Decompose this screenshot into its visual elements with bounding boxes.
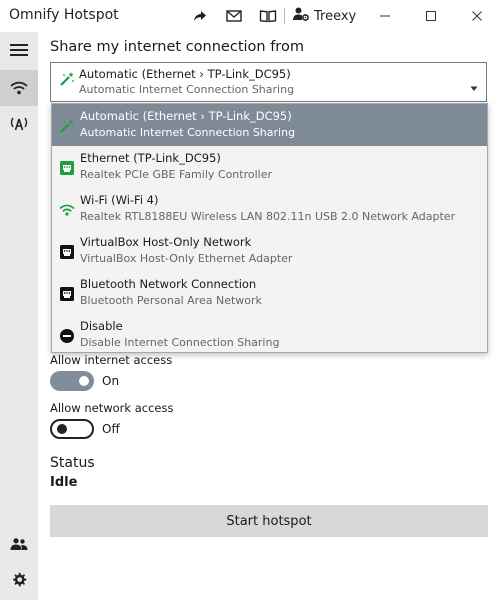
minimize-button[interactable] xyxy=(362,0,408,32)
book-icon[interactable] xyxy=(256,4,280,28)
allow-internet-toggle[interactable] xyxy=(50,371,94,391)
network-adapter-icon xyxy=(59,244,75,260)
connection-source-combobox[interactable]: Automatic (Ethernet › TP-Link_DC95) Auto… xyxy=(50,62,487,102)
sidebar-item-settings[interactable] xyxy=(0,562,38,598)
dropdown-item-subtitle: Disable Internet Connection Sharing xyxy=(80,336,280,349)
wifi-icon xyxy=(59,202,75,218)
dropdown-item-subtitle: Realtek RTL8188EU Wireless LAN 802.11n U… xyxy=(80,210,456,223)
toggle-knob xyxy=(57,424,67,434)
sidebar-item-hotspot[interactable] xyxy=(0,70,38,106)
dropdown-item-subtitle: Automatic Internet Connection Sharing xyxy=(80,126,296,139)
status-title: Status xyxy=(50,455,95,471)
dropdown-item-ethernet[interactable]: Ethernet (TP-Link_DC95) Realtek PCIe GBE… xyxy=(52,146,487,188)
dropdown-item-title: Bluetooth Network Connection xyxy=(80,277,257,291)
dropdown-item-title: Disable xyxy=(80,319,123,333)
chevron-down-icon xyxy=(470,77,478,96)
dropdown-item-subtitle: VirtualBox Host-Only Ethernet Adapter xyxy=(80,252,293,265)
hamburger-menu-button[interactable] xyxy=(0,32,38,68)
dropdown-item-virtualbox[interactable]: VirtualBox Host-Only Network VirtualBox … xyxy=(52,230,487,272)
dropdown-item-title: Ethernet (TP-Link_DC95) xyxy=(80,151,221,165)
dropdown-item-bluetooth[interactable]: Bluetooth Network Connection Bluetooth P… xyxy=(52,272,487,314)
user-account[interactable]: Treexy xyxy=(292,4,356,28)
status-value: Idle xyxy=(50,475,78,490)
antenna-icon xyxy=(10,117,28,131)
magic-wand-icon xyxy=(59,118,75,134)
dropdown-item-title: VirtualBox Host-Only Network xyxy=(80,235,252,249)
gear-icon xyxy=(13,572,27,587)
title-separator xyxy=(284,8,285,24)
allow-internet-label: Allow internet access xyxy=(50,353,173,367)
dropdown-item-subtitle: Realtek PCIe GBE Family Controller xyxy=(80,168,273,181)
start-hotspot-button[interactable]: Start hotspot xyxy=(50,505,488,537)
mail-icon[interactable] xyxy=(222,4,246,28)
sidebar xyxy=(0,32,38,600)
dropdown-item-title: Automatic (Ethernet › TP-Link_DC95) xyxy=(80,109,292,123)
title-bar: Omnify Hotspot Treexy xyxy=(0,0,500,32)
dropdown-item-title: Wi-Fi (Wi-Fi 4) xyxy=(80,193,159,207)
share-icon[interactable] xyxy=(188,4,212,28)
user-name: Treexy xyxy=(314,8,357,24)
allow-internet-state: On xyxy=(102,374,120,388)
allow-network-label: Allow network access xyxy=(50,401,174,415)
dropdown-item-automatic[interactable]: Automatic (Ethernet › TP-Link_DC95) Auto… xyxy=(52,104,487,146)
dropdown-item-wifi[interactable]: Wi-Fi (Wi-Fi 4) Realtek RTL8188EU Wirele… xyxy=(52,188,487,230)
dropdown-item-disable[interactable]: Disable Disable Internet Connection Shar… xyxy=(52,314,487,352)
close-button[interactable] xyxy=(454,0,500,32)
allow-network-state: Off xyxy=(102,422,120,436)
combo-selected-subtitle: Automatic Internet Connection Sharing xyxy=(79,83,295,96)
share-from-title: Share my internet connection from xyxy=(50,39,304,55)
maximize-button[interactable] xyxy=(408,0,454,32)
people-icon xyxy=(10,538,28,550)
dropdown-item-subtitle: Bluetooth Personal Area Network xyxy=(80,294,262,307)
ethernet-icon xyxy=(59,160,75,176)
disable-icon xyxy=(59,328,75,344)
network-adapter-icon xyxy=(59,286,75,302)
app-title: Omnify Hotspot xyxy=(9,7,119,23)
sidebar-item-antenna[interactable] xyxy=(0,106,38,142)
wifi-icon xyxy=(10,81,28,95)
hamburger-icon xyxy=(10,44,28,56)
sidebar-item-clients[interactable] xyxy=(0,526,38,562)
combo-selected-title: Automatic (Ethernet › TP-Link_DC95) xyxy=(79,67,291,81)
magic-wand-icon xyxy=(59,71,75,91)
allow-network-toggle[interactable] xyxy=(50,419,94,439)
connection-source-dropdown: Automatic (Ethernet › TP-Link_DC95) Auto… xyxy=(51,103,488,353)
toggle-knob xyxy=(79,376,89,386)
user-settings-icon xyxy=(292,6,310,26)
